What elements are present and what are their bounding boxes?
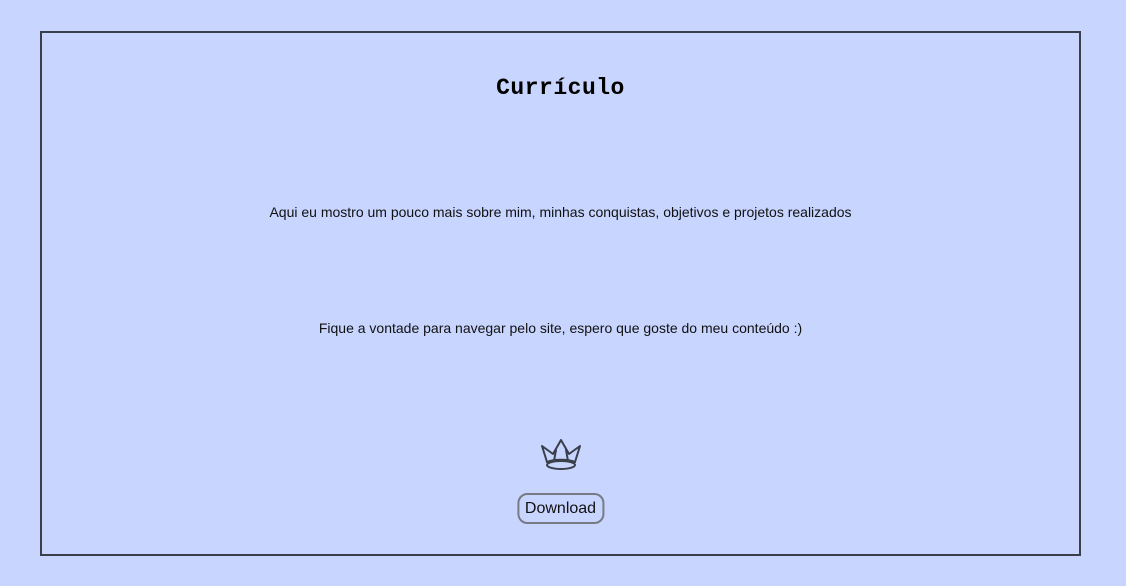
crown-icon <box>539 437 583 473</box>
content-card: Currículo Aqui eu mostro um pouco mais s… <box>40 31 1081 556</box>
download-button[interactable]: Download <box>516 493 605 524</box>
page-title: Currículo <box>496 75 625 101</box>
intro-text: Aqui eu mostro um pouco mais sobre mim, … <box>269 204 852 220</box>
welcome-text: Fique a vontade para navegar pelo site, … <box>318 320 803 336</box>
